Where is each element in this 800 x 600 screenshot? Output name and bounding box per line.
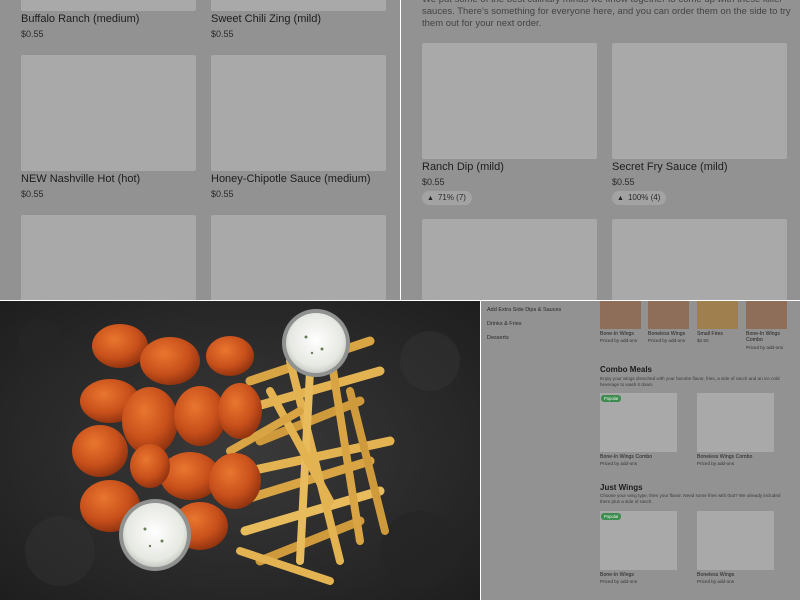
item-price: $0.55 bbox=[422, 177, 445, 187]
popular-badge: Popular bbox=[601, 513, 622, 520]
thumbs-up-icon: ▲ bbox=[617, 195, 624, 202]
section-description: Choose your wing type, then your flavor.… bbox=[600, 493, 781, 504]
wings-fries-photo bbox=[0, 301, 480, 600]
section-title-combo-meals: Combo Meals bbox=[600, 365, 653, 374]
item-image-placeholder[interactable] bbox=[612, 219, 787, 300]
item-image-placeholder[interactable] bbox=[211, 215, 386, 300]
item-image-placeholder[interactable] bbox=[697, 511, 774, 570]
section-title-just-wings: Just Wings bbox=[600, 483, 643, 492]
popular-badge: Popular bbox=[601, 395, 622, 402]
sidebar-link-drinks-fries[interactable]: Drinks & Fries bbox=[487, 321, 522, 327]
rating-badge: ▲ 100% (4) bbox=[612, 191, 667, 205]
item-image[interactable] bbox=[697, 301, 738, 329]
item-price: Priced by add-ons bbox=[600, 338, 638, 343]
menu-overview-panel: Add Extra Side Dips & Sauces Drinks & Fr… bbox=[481, 301, 800, 600]
item-price: Priced by add-ons bbox=[746, 345, 784, 350]
item-image[interactable] bbox=[746, 301, 787, 329]
item-price: $0.55 bbox=[21, 189, 44, 199]
item-price: $0.55 bbox=[612, 177, 635, 187]
item-title[interactable]: Boneless Wings Combo bbox=[697, 454, 752, 460]
item-title[interactable]: Bone-In Wings bbox=[600, 572, 634, 578]
quadrant-divider bbox=[0, 300, 800, 301]
item-price: $0.55 bbox=[21, 29, 44, 39]
thumbs-up-icon: ▲ bbox=[427, 195, 434, 202]
item-title[interactable]: Buffalo Ranch (medium) bbox=[21, 13, 139, 25]
sidebar-link-desserts[interactable]: Desserts bbox=[487, 335, 509, 341]
food-illustration bbox=[0, 301, 480, 600]
item-title[interactable]: Secret Fry Sauce (mild) bbox=[612, 161, 728, 173]
item-price: Priced by add-ons bbox=[600, 461, 638, 466]
item-title[interactable]: Bone-In Wings Combo bbox=[746, 331, 794, 343]
item-title[interactable]: Small Fries bbox=[697, 331, 723, 337]
dips-panel: We put some of the best culinary minds w… bbox=[401, 0, 800, 300]
item-price: $0.55 bbox=[211, 29, 234, 39]
rating-text: 71% (7) bbox=[437, 193, 466, 202]
item-image[interactable] bbox=[648, 301, 689, 329]
item-price: $0.55 bbox=[211, 189, 234, 199]
item-price: Priced by add-ons bbox=[648, 338, 686, 343]
section-description: Enjoy your wings drenched with your favo… bbox=[600, 376, 780, 387]
item-image-placeholder[interactable] bbox=[697, 393, 774, 452]
item-price: Priced by add-ons bbox=[697, 579, 735, 584]
item-title[interactable]: Boneless Wings bbox=[697, 572, 734, 578]
item-image-placeholder[interactable] bbox=[21, 0, 196, 11]
item-image-placeholder[interactable] bbox=[422, 43, 597, 159]
quadrant-divider bbox=[480, 301, 481, 600]
sidebar-link-extra-dips[interactable]: Add Extra Side Dips & Sauces bbox=[487, 307, 561, 313]
item-image[interactable] bbox=[600, 301, 641, 329]
item-title[interactable]: Ranch Dip (mild) bbox=[422, 161, 504, 173]
section-description: We put some of the best culinary minds w… bbox=[422, 0, 791, 29]
item-price: Priced by add-ons bbox=[600, 579, 638, 584]
item-image-placeholder[interactable] bbox=[422, 219, 597, 300]
item-image-placeholder[interactable] bbox=[21, 55, 196, 171]
item-title[interactable]: Honey-Chipotle Sauce (medium) bbox=[211, 173, 371, 185]
item-price: Priced by add-ons bbox=[697, 461, 735, 466]
ranch-dip-cup bbox=[282, 309, 350, 377]
rating-text: 100% (4) bbox=[627, 193, 661, 202]
rating-badge: ▲ 71% (7) bbox=[422, 191, 472, 205]
sauce-grid-panel: Buffalo Ranch (medium) $0.55 Sweet Chili… bbox=[0, 0, 400, 300]
quadrant-divider bbox=[400, 0, 401, 300]
item-image-placeholder[interactable] bbox=[211, 55, 386, 171]
item-title[interactable]: Bone-In Wings bbox=[600, 331, 634, 337]
item-title[interactable]: Sweet Chili Zing (mild) bbox=[211, 13, 321, 25]
ranch-dip-cup bbox=[119, 499, 191, 571]
item-image-placeholder[interactable] bbox=[612, 43, 787, 159]
item-image-placeholder[interactable] bbox=[21, 215, 196, 300]
item-image-placeholder[interactable] bbox=[211, 0, 386, 11]
item-title[interactable]: Bone-In Wings Combo bbox=[600, 454, 652, 460]
item-title[interactable]: Boneless Wings bbox=[648, 331, 685, 337]
item-title[interactable]: NEW Nashville Hot (hot) bbox=[21, 173, 140, 185]
item-price: $2.50 bbox=[697, 338, 709, 343]
